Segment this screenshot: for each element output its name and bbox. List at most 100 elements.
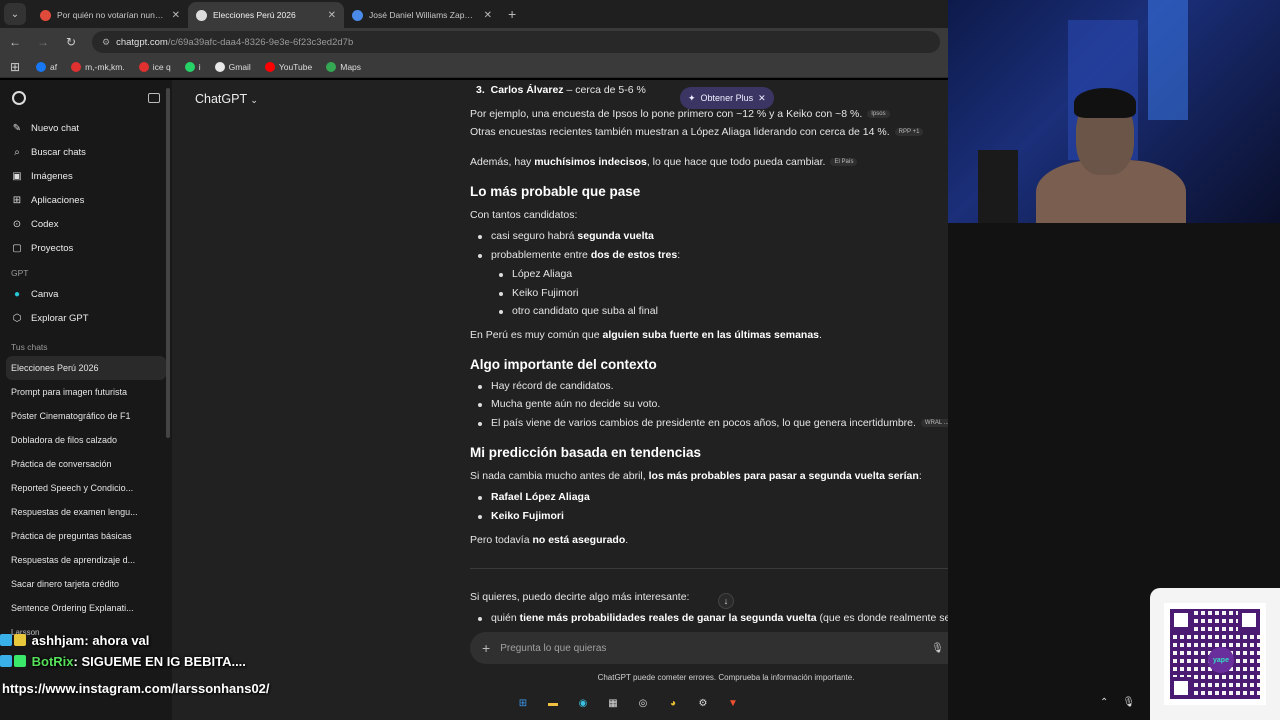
- plus-icon[interactable]: +: [482, 640, 490, 656]
- bookmark-item[interactable]: af: [36, 61, 57, 72]
- chat-history-item[interactable]: Respuestas de aprendizaje d...: [0, 548, 172, 572]
- paragraph: Además, hay muchísimos indecisos, lo que…: [470, 156, 858, 168]
- prompt-input[interactable]: Pregunta lo que quieras: [500, 643, 921, 654]
- list-item: López Aliaga: [498, 268, 573, 280]
- sidebar-toggle-icon[interactable]: [148, 93, 160, 103]
- site-info-icon[interactable]: ⚙: [102, 37, 110, 48]
- list-item: otro candidato que suba al final: [499, 305, 658, 317]
- model-selector[interactable]: ChatGPT ⌄: [195, 92, 258, 106]
- badge-icon: [0, 655, 12, 667]
- code-icon: ⊙: [12, 218, 22, 230]
- youtube-icon: [71, 61, 82, 72]
- tab-close-icon[interactable]: ✕: [172, 10, 180, 21]
- sidebar-item-apps[interactable]: ⊞ Aplicaciones: [0, 188, 172, 212]
- bookmark-item[interactable]: Gmail: [214, 61, 251, 72]
- url-field[interactable]: ⚙ chatgpt.com/c/69a39afc-daa4-8326-9e3e-…: [92, 31, 940, 53]
- sidebar-item-canva[interactable]: ● Canva: [0, 282, 172, 306]
- chrome-icon[interactable]: ◕: [664, 694, 682, 712]
- tab-search-menu-icon[interactable]: ⌄: [4, 3, 26, 25]
- close-icon[interactable]: ✕: [758, 93, 766, 104]
- store-icon[interactable]: ▦: [604, 694, 622, 712]
- sidebar-item-explore-gpt[interactable]: ⬡ Explorar GPT: [0, 306, 172, 330]
- search-icon: ⌕: [14, 146, 20, 158]
- bookmark-item[interactable]: m,-mk,km.: [71, 61, 125, 72]
- sidebar-item-codex[interactable]: ⊙ Codex: [0, 212, 172, 236]
- bookmark-item[interactable]: YouTube: [264, 61, 312, 72]
- brave-icon[interactable]: ▼: [724, 694, 742, 712]
- sidebar-item-images[interactable]: ▣ Imágenes: [0, 164, 172, 188]
- source-chip[interactable]: RPP +1: [894, 128, 924, 137]
- chat-history-item[interactable]: Práctica de preguntas básicas: [0, 524, 172, 548]
- chat-history-item[interactable]: Sentence Ordering Explanati...: [0, 596, 172, 620]
- apps-grid-icon[interactable]: ⊞: [8, 60, 22, 74]
- list-item: casi seguro habrá segunda vuelta: [478, 230, 654, 242]
- sidebar-item-label: Proyectos: [31, 242, 74, 254]
- list-item: Rafael López Aliaga: [478, 491, 590, 503]
- tab-title: Por quién no votarían nunca y p: [57, 10, 166, 20]
- bookmark-item[interactable]: ice q: [138, 61, 171, 72]
- browser-tab-active[interactable]: Elecciones Perú 2026 ✕: [188, 2, 344, 28]
- chat-history-item[interactable]: Dobladora de filos calzado: [0, 428, 172, 452]
- list-item: Keiko Fujimori: [478, 510, 564, 522]
- url-host: chatgpt.com: [116, 36, 168, 48]
- badge-icon: [0, 634, 12, 646]
- openai-logo-icon[interactable]: [12, 91, 26, 105]
- youtube-icon: [138, 61, 149, 72]
- composer[interactable]: + Pregunta lo que quieras 🎙 ||: [470, 632, 982, 664]
- sidebar-item-label: Buscar chats: [31, 146, 86, 158]
- edge-icon[interactable]: ◉: [574, 694, 592, 712]
- source-chip[interactable]: Ipsos: [867, 110, 890, 119]
- chat-history-item[interactable]: Elecciones Perú 2026: [6, 356, 166, 380]
- reload-icon[interactable]: ↻: [64, 35, 78, 49]
- file-explorer-icon[interactable]: ▬: [544, 694, 562, 712]
- sidebar-item-label: Aplicaciones: [31, 194, 85, 206]
- chat-history-item[interactable]: Práctica de conversación: [0, 452, 172, 476]
- chat-history-item[interactable]: Sacar dinero tarjeta crédito: [0, 572, 172, 596]
- section-heading: Mi predicción basada en tendencias: [470, 445, 702, 460]
- get-plus-button[interactable]: ✦ Obtener Plus ✕: [680, 87, 774, 109]
- sidebar-item-search[interactable]: ⌕ Buscar chats: [0, 140, 172, 164]
- tab-close-icon[interactable]: ✕: [484, 10, 492, 21]
- forward-arrow-icon[interactable]: →: [36, 35, 50, 49]
- chat-history-item[interactable]: Póster Cinematográfico de F1: [0, 404, 172, 428]
- apps-icon: ⊞: [12, 194, 22, 206]
- webcam-feed: [948, 0, 1280, 223]
- edit-icon: ✎: [12, 122, 22, 134]
- qr-pattern: yape: [1164, 603, 1266, 705]
- windows-start-icon[interactable]: ⊞: [514, 694, 532, 712]
- sidebar-item-new-chat[interactable]: ✎ Nuevo chat: [0, 116, 172, 140]
- browser-tab[interactable]: José Daniel Williams Zapata - E ✕: [344, 2, 500, 28]
- scroll-down-icon[interactable]: ↓: [718, 593, 734, 609]
- source-chip[interactable]: El País: [830, 158, 858, 167]
- facebook-icon: [36, 61, 46, 72]
- settings-icon[interactable]: ⚙: [694, 694, 712, 712]
- microphone-icon[interactable]: 🎙: [1122, 697, 1135, 708]
- sidebar-item-projects[interactable]: ▢ Proyectos: [0, 236, 172, 260]
- bookmark-item[interactable]: i: [184, 61, 201, 72]
- divider: [470, 568, 982, 569]
- new-tab-icon[interactable]: +: [508, 6, 516, 22]
- bookmark-item[interactable]: Maps: [326, 61, 361, 72]
- chat-history-item[interactable]: Prompt para imagen futurista: [0, 380, 172, 404]
- tab-close-icon[interactable]: ✕: [328, 10, 336, 21]
- browser-tab[interactable]: Por quién no votarían nunca y p ✕: [32, 2, 188, 28]
- yape-logo: yape: [1208, 647, 1234, 673]
- list-item: Mucha gente aún no decide su voto.: [477, 398, 661, 410]
- get-plus-label: Obtener Plus: [700, 93, 754, 103]
- chat-history-item[interactable]: Reported Speech y Condicio...: [0, 476, 172, 500]
- microphone-icon[interactable]: 🎙: [931, 643, 944, 654]
- sidebar-item-label: Nuevo chat: [31, 122, 80, 134]
- chevron-up-icon[interactable]: ⌃: [1100, 697, 1108, 708]
- tab-favicon-icon: [352, 9, 363, 21]
- list-item: Hay récord de candidatos.: [478, 380, 614, 392]
- list-item: Keiko Fujimori: [499, 287, 579, 299]
- bookmarks-bar: ⊞ af m,-mk,km. ice q i Gmail YouTube Map…: [0, 56, 948, 78]
- explore-icon: ⬡: [12, 312, 22, 324]
- browser-tab-bar: ⌄ Por quién no votarían nunca y p ✕ Elec…: [0, 0, 948, 28]
- sidebar-scrollbar[interactable]: [166, 88, 170, 438]
- back-arrow-icon[interactable]: ←: [8, 35, 22, 49]
- chat-history-item[interactable]: Respuestas de examen lengu...: [0, 500, 172, 524]
- steam-icon[interactable]: ◎: [634, 694, 652, 712]
- person-hair: [1074, 88, 1136, 118]
- gmail-icon: [214, 61, 225, 72]
